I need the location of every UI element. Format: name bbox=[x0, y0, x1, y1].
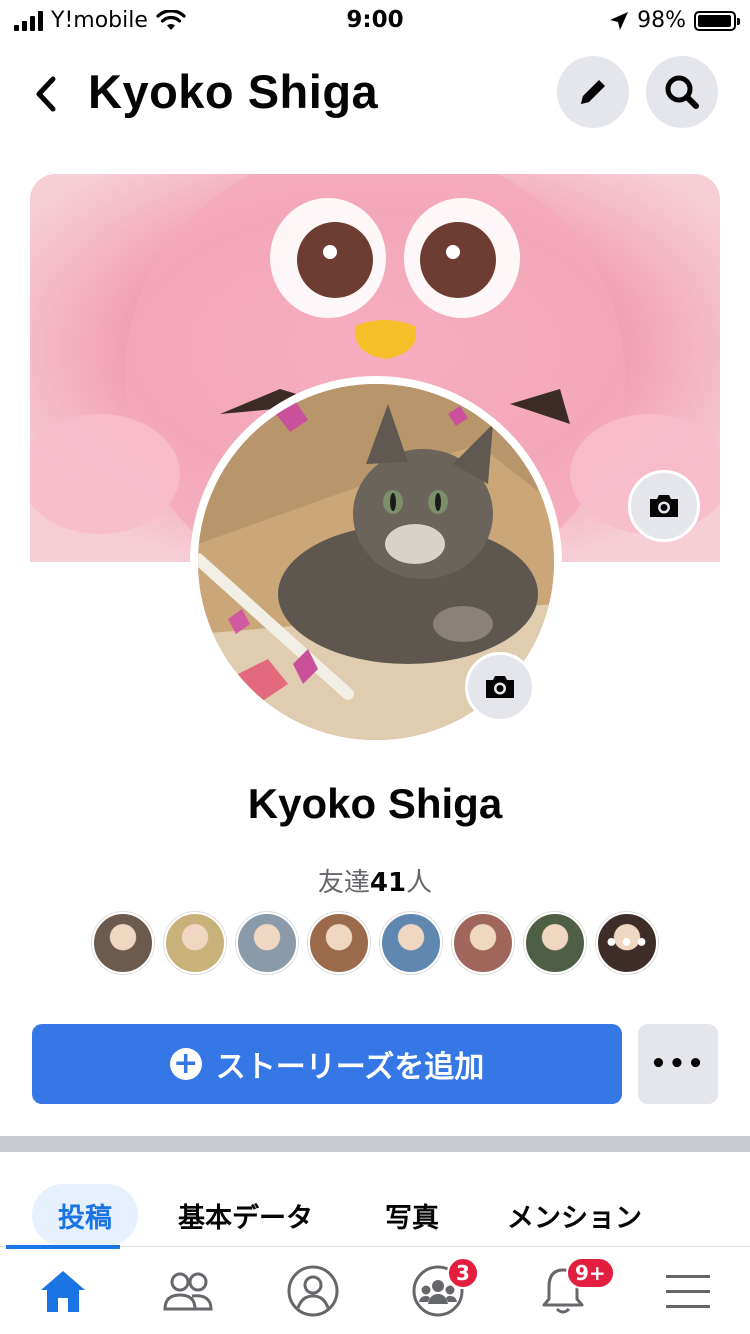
location-arrow-icon bbox=[610, 11, 629, 30]
nav-profile[interactable] bbox=[250, 1247, 375, 1334]
friend-avatar[interactable] bbox=[452, 912, 514, 974]
profile-name: Kyoko Shiga bbox=[247, 780, 503, 827]
tab-photos[interactable]: 写真 bbox=[385, 1184, 439, 1246]
more-options-button[interactable]: ••• bbox=[638, 1024, 718, 1104]
tab-about[interactable]: 基本データ bbox=[178, 1184, 313, 1246]
camera-icon bbox=[486, 676, 514, 698]
plus-circle-icon: + bbox=[169, 1048, 202, 1080]
status-bar: Y!mobile 9:00 98% bbox=[0, 0, 750, 40]
nav-notifications[interactable]: 9+ bbox=[500, 1247, 625, 1334]
profile-icon bbox=[287, 1265, 338, 1317]
friend-avatar-row: ••• bbox=[92, 912, 658, 974]
more-dots-icon: ••• bbox=[650, 1049, 706, 1079]
friend-avatar[interactable] bbox=[164, 912, 226, 974]
edit-cover-camera-button[interactable] bbox=[628, 470, 700, 542]
profile-tabs: 投稿 基本データ 写真 メンション bbox=[0, 1184, 750, 1246]
notifications-badge: 9+ bbox=[566, 1257, 615, 1289]
friends-prefix: 友達 bbox=[317, 868, 370, 898]
tab-posts[interactable]: 投稿 bbox=[32, 1184, 138, 1246]
hamburger-menu-icon bbox=[665, 1275, 710, 1308]
add-story-button[interactable]: + ストーリーズを追加 bbox=[32, 1024, 622, 1104]
bottom-navigation: 3 9+ bbox=[0, 1245, 750, 1334]
battery-percent: 98% bbox=[637, 8, 686, 33]
add-story-label: ストーリーズを追加 bbox=[215, 1050, 485, 1085]
pencil-icon bbox=[581, 80, 605, 104]
page-title: Kyoko Shiga bbox=[88, 65, 379, 118]
nav-friends[interactable] bbox=[125, 1247, 250, 1334]
tab-mentions[interactable]: メンション bbox=[507, 1184, 642, 1246]
more-friends-dots: ••• bbox=[604, 930, 650, 956]
nav-groups[interactable]: 3 bbox=[375, 1247, 500, 1334]
battery-icon bbox=[694, 10, 740, 31]
groups-notification-badge: 3 bbox=[447, 1257, 479, 1289]
edit-profile-picture-camera-button[interactable] bbox=[465, 652, 535, 722]
chevron-left-icon bbox=[36, 76, 56, 112]
friend-avatar[interactable] bbox=[380, 912, 442, 974]
friend-avatar[interactable] bbox=[524, 912, 586, 974]
search-icon bbox=[665, 75, 699, 109]
friends-count[interactable]: 友達41人 bbox=[0, 862, 750, 899]
home-icon bbox=[40, 1271, 85, 1312]
friend-avatar[interactable] bbox=[92, 912, 154, 974]
search-button[interactable] bbox=[646, 56, 718, 128]
camera-icon bbox=[650, 495, 678, 517]
nav-menu[interactable] bbox=[625, 1247, 750, 1334]
nav-home[interactable] bbox=[0, 1247, 125, 1334]
profile-header: Kyoko Shiga bbox=[0, 50, 750, 140]
back-button[interactable] bbox=[26, 72, 66, 116]
edit-profile-button[interactable] bbox=[557, 56, 629, 128]
friends-number: 41 bbox=[369, 868, 407, 898]
friends-icon bbox=[162, 1272, 213, 1311]
see-all-friends-avatar[interactable]: ••• bbox=[596, 912, 658, 974]
friends-suffix: 人 bbox=[406, 868, 433, 898]
friend-avatar[interactable] bbox=[236, 912, 298, 974]
friend-avatar[interactable] bbox=[308, 912, 370, 974]
section-divider bbox=[0, 1136, 750, 1152]
